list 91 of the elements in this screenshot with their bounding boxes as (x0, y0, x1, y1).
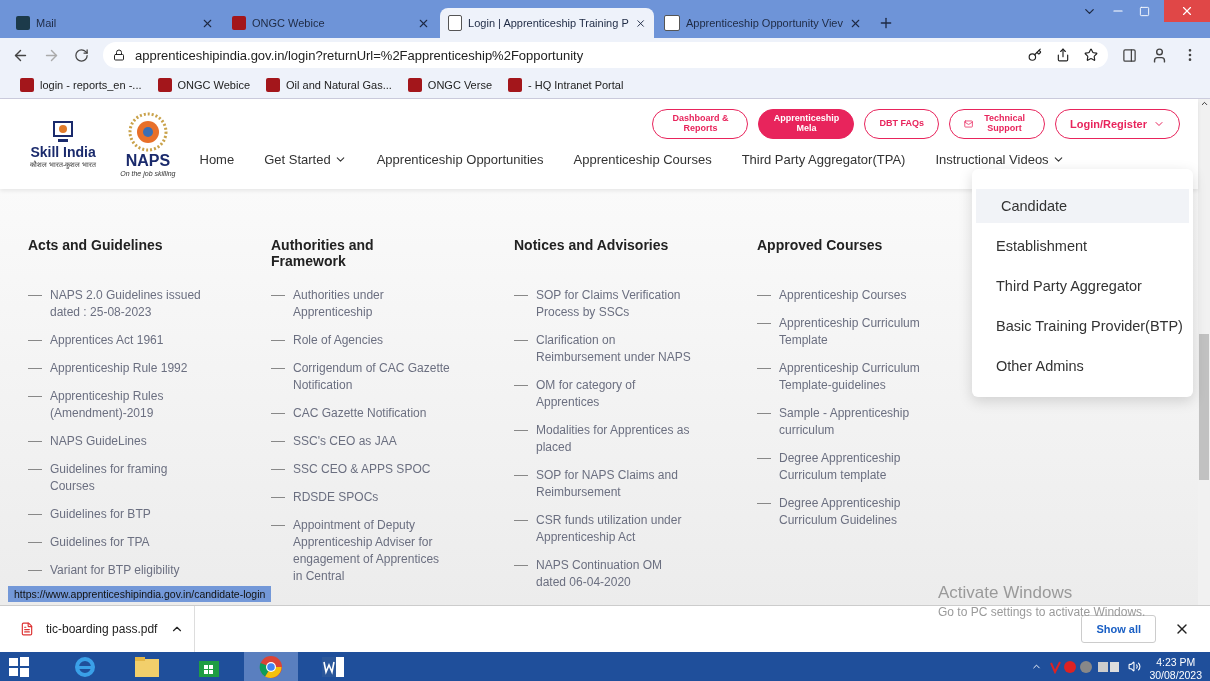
nav-link[interactable]: Instructional Videos (935, 152, 1065, 167)
nav-link[interactable]: Apprenticeship Courses (573, 152, 712, 167)
activation-title: Activate Windows (938, 583, 1074, 603)
header-button[interactable]: DBT FAQs (864, 109, 939, 139)
menu-item[interactable]: Basic Training Provider(BTP) (972, 309, 1193, 343)
footer-link[interactable]: Apprenticeship Curriculum Template (757, 315, 937, 349)
column-heading: Approved Courses (757, 237, 883, 255)
footer-link[interactable]: Modalities for Apprentices as placed (514, 422, 694, 456)
bookmark[interactable]: login - reports_en -... (20, 78, 142, 92)
folder-icon[interactable] (134, 655, 160, 678)
pdf-icon (20, 622, 34, 636)
bookmark[interactable]: ONGC Webice (157, 78, 251, 92)
reload-icon[interactable] (74, 47, 89, 63)
favicon-icon (664, 15, 680, 31)
profile-icon[interactable] (1151, 46, 1168, 64)
nav-link[interactable]: Get Started (264, 152, 347, 167)
header-button[interactable]: Apprenticeship Mela (758, 109, 855, 139)
favicon-icon (16, 16, 30, 30)
download-file-name[interactable]: tic-boarding pass.pdf (46, 622, 158, 636)
footer-link[interactable]: Sample - Apprenticeship curriculum (757, 405, 937, 439)
scrollbar[interactable] (1198, 99, 1210, 605)
column-heading: Authorities and Framework (271, 237, 375, 271)
footer-link[interactable]: Corrigendum of CAC Gazette Notification (271, 360, 451, 394)
key-icon[interactable] (1028, 48, 1042, 62)
lock-icon (113, 49, 125, 61)
footer-link[interactable]: SSC CEO & APPS SPOC (271, 461, 451, 478)
browser-tab[interactable]: ONGC Webice (224, 8, 438, 38)
show-all-button[interactable]: Show all (1081, 615, 1156, 643)
document-w-icon[interactable] (321, 655, 345, 678)
share-icon[interactable] (1056, 48, 1070, 62)
footer-link[interactable]: Guidelines for framing Courses (28, 461, 208, 495)
footer-link[interactable]: CAC Gazette Notification (271, 405, 451, 422)
mail-icon (964, 117, 974, 131)
footer-link[interactable]: Role of Agencies (271, 332, 451, 349)
footer-link[interactable]: NAPS GuideLines (28, 433, 208, 450)
footer-link[interactable]: Variant for BTP eligibility (28, 562, 208, 579)
nav-link[interactable]: Third Party Aggregator(TPA) (741, 152, 906, 167)
status-url: https://www.apprenticeshipindia.gov.in/candidate-login (8, 586, 272, 602)
scroll-up-icon[interactable] (1199, 99, 1209, 108)
menu-item[interactable]: Third Party Aggregator (972, 269, 1193, 303)
footer-link[interactable]: OM for category of Apprentices (514, 377, 694, 411)
browser-tab[interactable]: Mail (8, 8, 222, 38)
footer-link[interactable]: Appointment of Deputy Apprenticeship Adviser for engagement of Apprentices in Central (271, 517, 451, 585)
nav-link[interactable]: Home (199, 152, 235, 167)
footer-link[interactable]: Apprenticeship Courses (757, 287, 937, 304)
footer-link[interactable]: SOP for NAPS Claims and Reimbursement (514, 467, 694, 501)
footer-link[interactable]: NAPS 2.0 Guidelines issued dated : 25-08-2023 (28, 287, 208, 321)
menu-item[interactable]: Establishment (972, 229, 1193, 263)
footer-link[interactable]: Guidelines for BTP (28, 506, 208, 523)
scrollbar-thumb[interactable] (1199, 334, 1209, 480)
column-heading: Notices and Advisories (514, 237, 669, 255)
bookmark[interactable]: ONGC Verse (407, 78, 492, 92)
close-icon (1180, 4, 1194, 18)
footer-link[interactable]: RDSDE SPOCs (271, 489, 451, 506)
browser-tab[interactable]: Login | Apprenticeship Training P (440, 8, 654, 38)
column-heading: Acts and Guidelines (28, 237, 163, 255)
footer-link[interactable]: SOP for Claims Verification Process by SSCs (514, 287, 694, 321)
favicon-icon (232, 16, 246, 30)
header-button[interactable]: Login/Register (1055, 109, 1180, 139)
tray-icons-drawing[interactable] (1050, 659, 1121, 674)
footer-link[interactable]: SSC's CEO as JAA (271, 433, 451, 450)
menu-item[interactable]: Other Admins (972, 349, 1193, 383)
footer-link[interactable]: Guidelines for TPA (28, 534, 208, 551)
star-icon[interactable] (1084, 48, 1098, 62)
footer-link[interactable]: Apprenticeship Curriculum Template-guidelines (757, 360, 937, 394)
header-button[interactable]: Dashboard & Reports (652, 109, 749, 139)
browser-e-icon[interactable] (73, 654, 97, 679)
windows-start-icon[interactable] (8, 655, 30, 678)
bookmark[interactable]: Oil and Natural Gas... (266, 78, 392, 92)
new-tab-icon[interactable] (878, 15, 894, 31)
footer-link[interactable]: Clarification on Reimbursement under NAPS (514, 332, 694, 366)
side-panel-icon[interactable] (1122, 47, 1137, 63)
favicon-icon (448, 15, 463, 31)
header-button[interactable]: Technical Support (949, 109, 1045, 139)
volume-icon[interactable] (1128, 660, 1142, 673)
footer-link[interactable]: Apprenticeship Rule 1992 (28, 360, 208, 377)
footer-link[interactable]: Degree Apprenticeship Curriculum Guidelines (757, 495, 937, 529)
chrome-icon[interactable] (259, 654, 283, 679)
footer-link[interactable]: Apprenticeship Rules (Amendment)-2019 (28, 388, 208, 422)
footer-link[interactable]: Apprentices Act 1961 (28, 332, 208, 349)
address-field[interactable]: apprenticeshipindia.gov.in/login?returnUrl=%2Fapprenticeship%2Fopportunity (103, 42, 1108, 68)
browser-tab[interactable]: Apprenticeship Opportunity Viev (656, 8, 870, 38)
footer-link[interactable]: CSR funds utilization under Apprenticeship Act (514, 512, 694, 546)
nav-link[interactable]: Apprenticeship Opportunities (376, 152, 544, 167)
footer-link[interactable]: Degree Apprenticeship Curriculum template (757, 450, 937, 484)
clock[interactable]: 4:23 PM 30/08/2023 (1149, 656, 1202, 681)
footer-link[interactable]: NAPS Continuation OM dated 06-04-2020 (514, 557, 694, 591)
bookmark[interactable]: - HQ Intranet Portal (508, 78, 624, 92)
footer-link[interactable]: Authorities under Apprenticeship (271, 287, 451, 321)
url-text: apprenticeshipindia.gov.in/login?returnUrl=%2Fapprenticeship%2Fopportunity (135, 47, 584, 63)
menu-item[interactable]: Candidate (976, 189, 1189, 223)
